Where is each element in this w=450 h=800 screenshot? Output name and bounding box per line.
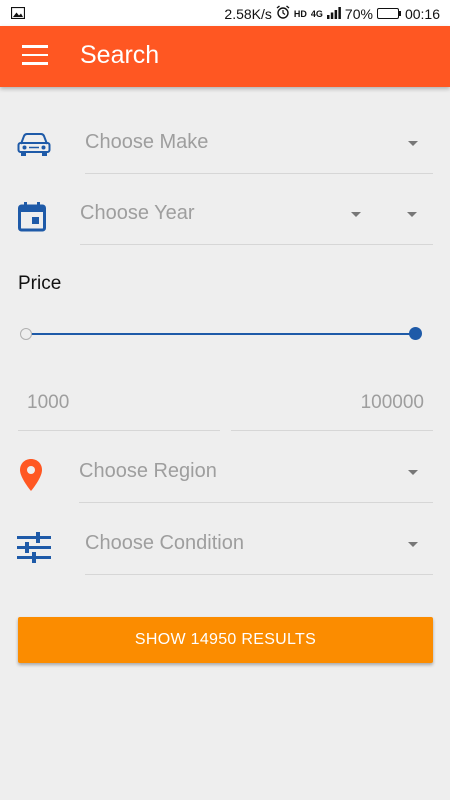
price-range-slider[interactable]: [20, 322, 422, 346]
chevron-down-icon: [408, 470, 418, 475]
image-icon: [10, 6, 26, 22]
make-dropdown[interactable]: Choose Make: [85, 114, 433, 174]
app-bar: Search: [0, 26, 450, 87]
car-icon: [17, 132, 51, 163]
battery-icon: [376, 8, 401, 19]
slider-min-handle[interactable]: [20, 328, 32, 340]
condition-dropdown[interactable]: Choose Condition: [85, 515, 433, 575]
make-placeholder: Choose Make: [85, 131, 209, 153]
chevron-down-icon: [408, 542, 418, 547]
location-pin-icon: [19, 458, 43, 497]
status-bar: 2.58K/s HD 4G 70% 00:16: [0, 0, 450, 26]
year-dropdown[interactable]: Choose Year: [80, 185, 433, 245]
battery-percent: 70%: [344, 5, 373, 22]
price-min-value: 1000: [27, 392, 70, 413]
region-dropdown[interactable]: Choose Region: [79, 443, 433, 503]
year-placeholder: Choose Year: [80, 202, 195, 224]
slider-track: [26, 333, 416, 335]
price-label: Price: [18, 273, 62, 294]
price-max-input[interactable]: 100000: [231, 375, 433, 431]
hamburger-menu-icon[interactable]: [22, 45, 48, 67]
clock: 00:16: [404, 5, 440, 22]
condition-placeholder: Choose Condition: [85, 532, 244, 554]
signal-icon: [326, 6, 341, 22]
calendar-icon: [18, 202, 46, 237]
network-speed: 2.58K/s: [224, 5, 272, 22]
price-min-input[interactable]: 1000: [18, 375, 220, 431]
chevron-down-icon: [407, 212, 417, 217]
sliders-icon: [17, 532, 51, 569]
region-placeholder: Choose Region: [79, 460, 217, 482]
page-title: Search: [80, 41, 160, 69]
hd-label: HD: [293, 8, 307, 19]
price-max-value: 100000: [360, 392, 424, 413]
alarm-icon: [276, 5, 290, 22]
chevron-down-icon: [351, 212, 361, 217]
slider-max-handle[interactable]: [409, 327, 422, 340]
show-results-button[interactable]: SHOW 14950 RESULTS: [18, 617, 433, 663]
chevron-down-icon: [408, 141, 418, 146]
network-type: 4G: [310, 8, 323, 19]
